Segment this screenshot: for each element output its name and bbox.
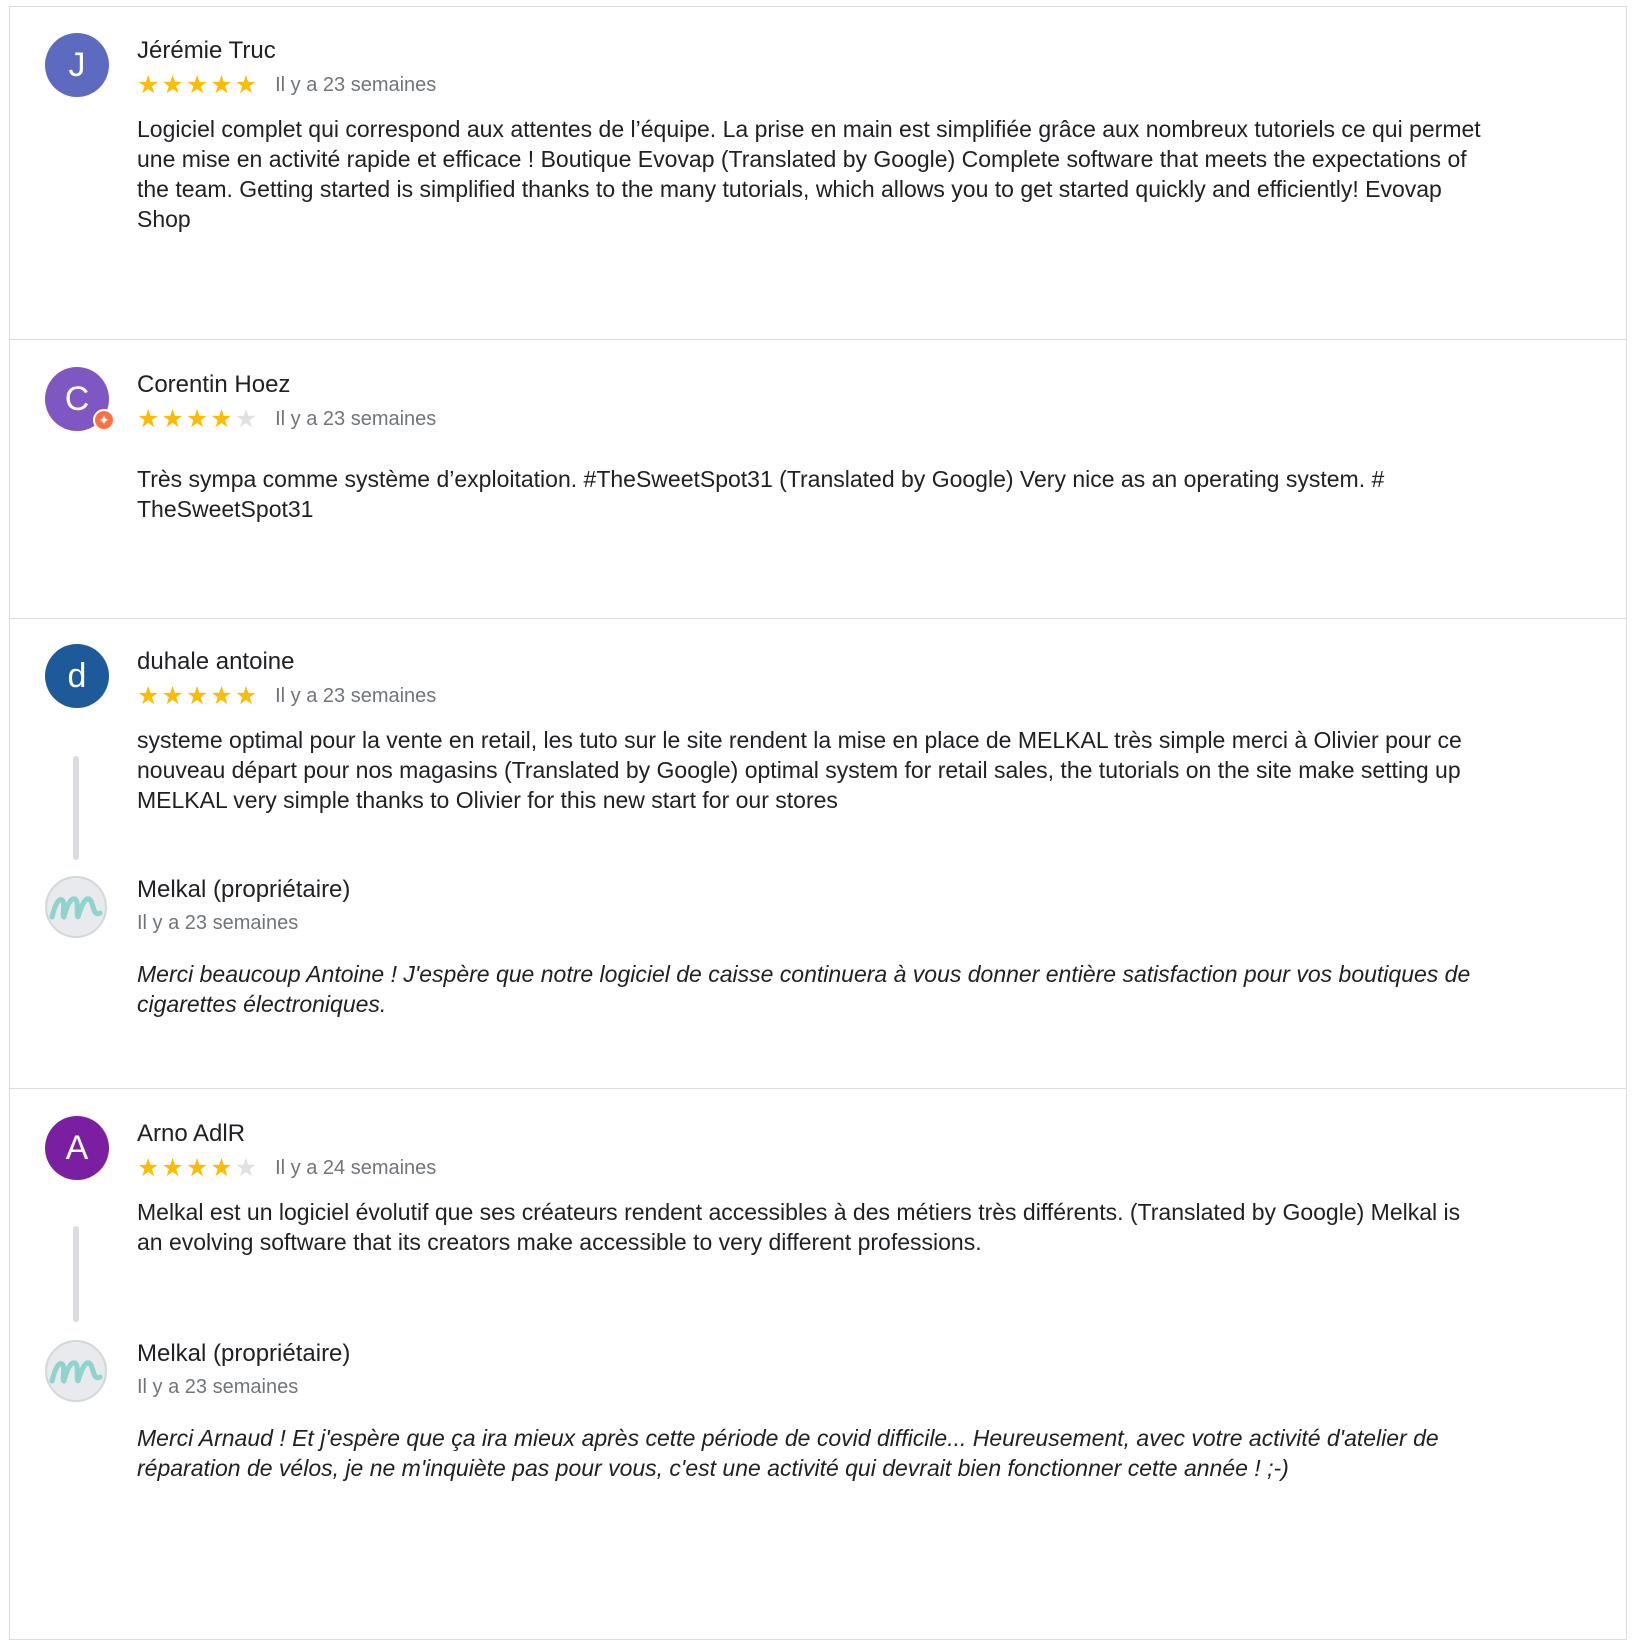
review-time: Il y a 23 semaines <box>275 73 437 96</box>
star-filled-icon: ★ <box>210 1153 233 1182</box>
owner-reply-text: Merci Arnaud ! Et j'espère que ça ira mi… <box>137 1425 1439 1481</box>
star-filled-icon: ★ <box>185 404 209 433</box>
star-rating: ★ ★ ★ ★ ★ <box>137 681 258 710</box>
star-filled-icon: ★ <box>185 1153 209 1182</box>
review-text: Melkal est un logiciel évolutif que ses … <box>137 1199 1461 1255</box>
star-filled-icon: ★ <box>234 70 258 99</box>
avatar-letter: J <box>68 45 86 84</box>
star-filled-icon: ★ <box>137 404 160 433</box>
owner-logo-icon <box>49 896 103 920</box>
star-filled-icon: ★ <box>161 681 184 710</box>
local-guide-badge-icon: ✦ <box>93 409 115 431</box>
owner-reply-time: Il y a 23 semaines <box>137 912 299 934</box>
star-filled-icon: ★ <box>234 681 258 710</box>
star-filled-icon: ★ <box>210 70 233 99</box>
avatar[interactable]: A <box>45 1116 109 1180</box>
avatar[interactable]: d <box>45 644 109 708</box>
reply-thread-line <box>73 1226 79 1322</box>
star-filled-icon: ★ <box>137 681 160 710</box>
star-filled-icon: ★ <box>185 681 209 710</box>
star-rating: ★ ★ ★ ★ ★ <box>137 1153 258 1182</box>
star-filled-icon: ★ <box>161 70 184 99</box>
owner-name: Melkal (propriétaire) <box>137 876 351 903</box>
star-empty-icon: ★ <box>234 404 258 433</box>
owner-reply-text: Merci beaucoup Antoine ! J'espère que no… <box>137 961 1471 1017</box>
reviewer-name[interactable]: Corentin Hoez <box>137 371 290 399</box>
reviewer-name[interactable]: Arno AdlR <box>137 1120 245 1148</box>
star-filled-icon: ★ <box>137 70 160 99</box>
star-filled-icon: ★ <box>161 404 184 433</box>
star-rating: ★ ★ ★ ★ ★ <box>137 404 258 433</box>
reply-thread-line <box>73 756 79 860</box>
review-time: Il y a 23 semaines <box>275 407 437 430</box>
star-filled-icon: ★ <box>161 1153 184 1182</box>
review-meta: ★ ★ ★ ★ ★ Il y a 23 semaines <box>137 405 436 433</box>
owner-logo-icon <box>49 1360 103 1384</box>
star-filled-icon: ★ <box>137 1153 160 1182</box>
review-time: Il y a 23 semaines <box>275 684 437 707</box>
review-text: Très sympa comme système d’exploitation.… <box>137 466 1385 522</box>
star-empty-icon: ★ <box>234 1153 258 1182</box>
review-time: Il y a 24 semaines <box>275 1156 437 1179</box>
owner-reply-time: Il y a 23 semaines <box>137 1376 299 1398</box>
star-filled-icon: ★ <box>210 404 233 433</box>
avatar-letter: C <box>64 379 90 418</box>
reviewer-name[interactable]: Jérémie Truc <box>137 37 276 65</box>
star-rating: ★ ★ ★ ★ ★ <box>137 70 258 99</box>
owner-avatar[interactable] <box>45 876 107 938</box>
review-meta: ★ ★ ★ ★ ★ Il y a 23 semaines <box>137 682 436 710</box>
review-text: systeme optimal pour la vente en retail,… <box>137 727 1462 813</box>
review-meta: ★ ★ ★ ★ ★ Il y a 24 semaines <box>137 1154 436 1182</box>
star-filled-icon: ★ <box>185 70 209 99</box>
avatar-letter: A <box>65 1128 89 1167</box>
avatar[interactable]: C ✦ <box>45 367 115 431</box>
review-text: Logiciel complet qui correspond aux atte… <box>137 116 1481 232</box>
avatar[interactable]: J <box>45 33 109 97</box>
owner-name: Melkal (propriétaire) <box>137 1340 351 1367</box>
reviewer-name[interactable]: duhale antoine <box>137 648 294 676</box>
review-meta: ★ ★ ★ ★ ★ Il y a 23 semaines <box>137 71 436 99</box>
owner-avatar[interactable] <box>45 1340 107 1402</box>
star-filled-icon: ★ <box>210 681 233 710</box>
avatar-letter: d <box>67 656 87 695</box>
